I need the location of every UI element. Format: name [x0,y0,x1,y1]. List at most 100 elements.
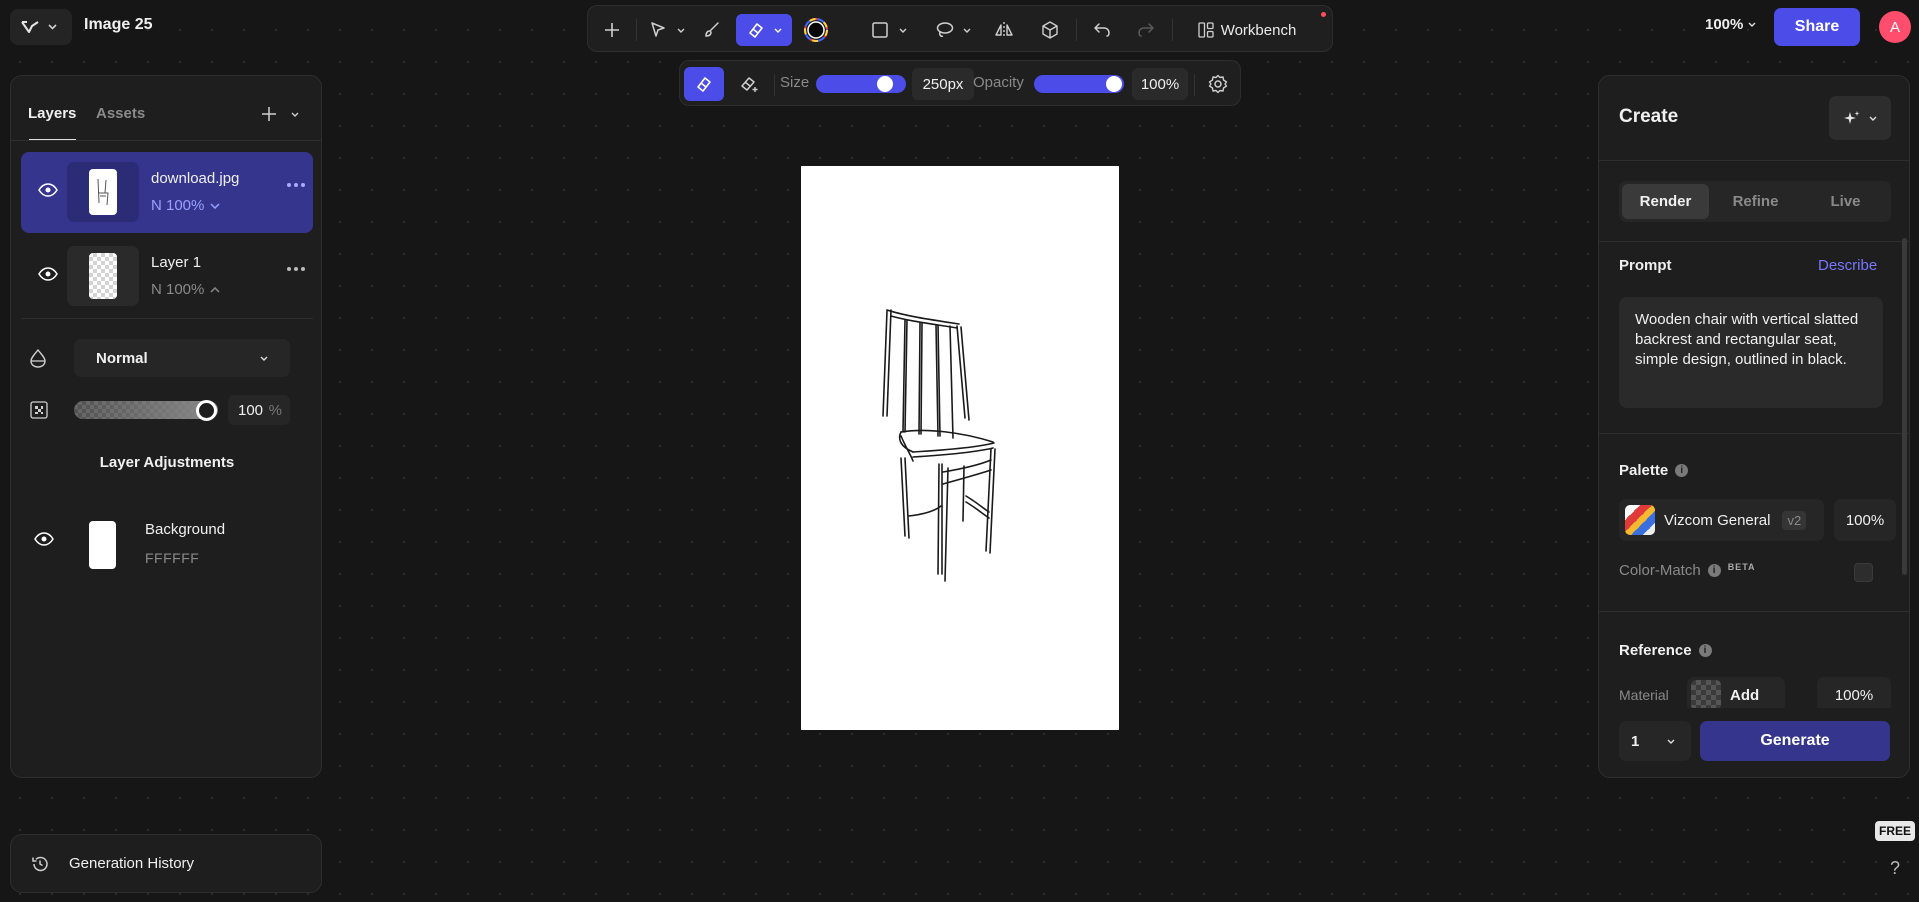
sparkle-icon [1844,111,1860,124]
eraser-icon [697,77,711,92]
zoom-dropdown[interactable]: 100% [1705,16,1756,33]
more-horizontal-icon [287,267,305,271]
add-material-label: Add [1730,686,1760,704]
workbench-button[interactable]: Workbench [1186,14,1308,46]
layer-blend-info[interactable]: N 100% [151,281,220,298]
divider [11,140,321,141]
vizcom-logo-icon [21,21,39,33]
size-value[interactable]: 250px [912,68,974,100]
add-layer-button[interactable] [259,104,279,124]
3d-cube-icon [1042,21,1058,39]
size-slider[interactable] [816,75,906,93]
info-icon[interactable]: i [1698,644,1712,657]
undo-icon [1094,23,1110,37]
select-tool-button[interactable] [644,14,690,46]
chair-thumbnail-icon [97,178,109,206]
magic-eraser-icon [741,77,758,92]
layer-options-button[interactable] [286,182,306,188]
info-icon[interactable]: i [1675,464,1689,477]
color-match-checkbox[interactable] [1854,563,1873,582]
layer-visibility-toggle[interactable] [38,183,58,197]
create-title: Create [1619,106,1679,127]
beta-badge: BETA [1727,561,1756,572]
describe-button[interactable]: Describe [1818,257,1877,274]
smart-eraser-button[interactable] [732,67,766,101]
tab-live[interactable]: Live [1802,184,1889,219]
brush-settings-button[interactable] [1202,67,1234,101]
app-menu-button[interactable] [10,9,72,45]
add-layer-menu-button[interactable] [289,109,301,119]
color-picker-button[interactable] [800,14,832,46]
brush-tool-button[interactable] [696,14,728,46]
layer-name: download.jpg [151,170,240,187]
layer-options-button[interactable] [286,266,306,272]
tab-layers[interactable]: Layers [28,105,76,122]
output-count-select[interactable]: 1 [1619,721,1691,761]
lasso-tool-button[interactable] [930,14,976,46]
mirror-tool-button[interactable] [988,14,1020,46]
chevron-down-icon [1748,22,1756,27]
notification-dot [1321,12,1326,17]
layer-row-download[interactable]: download.jpg N 100% [21,152,313,233]
divider [1599,611,1909,612]
background-visibility-toggle[interactable] [34,532,54,546]
blend-mode-select[interactable]: Normal [74,339,290,377]
reference-label-text: Reference [1619,642,1692,659]
generation-history-button[interactable]: Generation History [10,834,322,893]
divider [21,318,313,319]
undo-button[interactable] [1086,14,1118,46]
brush-icon [705,22,719,37]
background-name: Background [145,521,226,538]
chair-sketch [882,309,996,582]
tab-render[interactable]: Render [1622,184,1709,219]
layer-thumbnail [67,162,139,222]
info-icon[interactable]: i [1707,564,1721,577]
redo-button[interactable] [1130,14,1162,46]
share-button[interactable]: Share [1774,8,1860,46]
palette-label-text: Palette [1619,462,1669,479]
palette-select[interactable]: Vizcom General v2 [1619,499,1824,541]
palette-strength-input[interactable]: 100% [1834,499,1896,541]
palette-version-badge: v2 [1782,510,1807,530]
divider [1599,433,1909,434]
tab-refine[interactable]: Refine [1712,184,1799,219]
opacity-value[interactable]: 100% [1132,68,1188,100]
opacity-slider-thumb[interactable] [1106,76,1122,92]
document-title[interactable]: Image 25 [84,16,152,34]
prompt-label-text: Prompt [1619,257,1672,274]
panel-scrollbar[interactable] [1902,238,1907,575]
chevron-up-icon [210,286,220,293]
background-color-value[interactable]: FFFFFF [145,550,199,566]
layer-blend-info[interactable]: N 100% [151,197,220,214]
color-match-label: Color-Match i BETA [1619,561,1756,580]
material-thumbnail [1691,680,1721,710]
opacity-slider[interactable] [1034,75,1124,93]
eye-icon [38,183,58,197]
material-label: Material [1619,687,1669,703]
output-count-value: 1 [1631,732,1640,750]
layer-visibility-toggle[interactable] [38,267,58,281]
3d-tool-button[interactable] [1034,14,1066,46]
background-thumbnail[interactable] [89,521,116,569]
prompt-textarea[interactable]: Wooden chair with vertical slatted backr… [1619,297,1883,408]
tab-assets[interactable]: Assets [96,105,145,122]
user-avatar[interactable]: A [1879,11,1911,43]
add-tool-button[interactable] [596,14,628,46]
size-slider-thumb[interactable] [877,76,893,92]
chevron-down-icon [774,28,782,33]
generate-button[interactable]: Generate [1700,721,1890,761]
layer-row-layer-1[interactable]: Layer 1 N 100% [21,236,313,317]
chevron-down-icon [899,28,907,33]
eraser-mode-button[interactable] [684,67,724,101]
layer-opacity-input[interactable]: 100 % [228,395,290,425]
eraser-tool-button[interactable] [736,14,792,46]
divider [1599,160,1909,161]
percent-unit: % [268,401,282,419]
shape-tool-button[interactable] [866,14,912,46]
layer-opacity-thumb[interactable] [196,400,217,421]
drawing-canvas[interactable] [801,166,1119,730]
layer-adjustments-button[interactable]: Layer Adjustments [11,454,323,471]
mode-tabs: Render Refine Live [1619,181,1891,222]
generation-mode-button[interactable] [1829,96,1891,140]
help-button[interactable]: ? [1890,858,1900,879]
